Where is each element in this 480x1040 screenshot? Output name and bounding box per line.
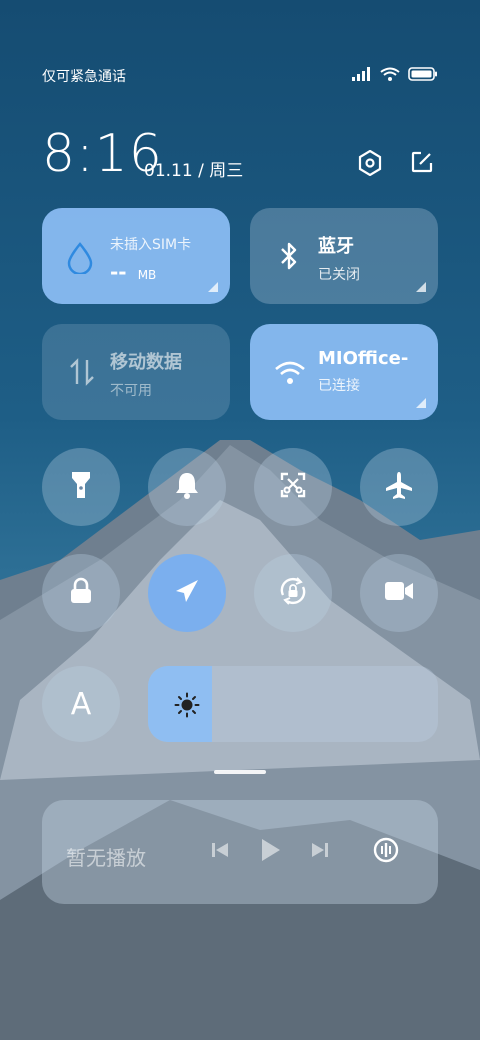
status-bar: 仅可紧急通话 <box>42 66 438 86</box>
sun-icon <box>174 692 200 722</box>
rotation-lock-icon <box>277 575 309 611</box>
airplane-toggle[interactable] <box>360 448 438 526</box>
bell-icon <box>174 471 200 503</box>
screenshot-toggle[interactable] <box>254 448 332 526</box>
sim-status: 未插入SIM卡 <box>110 237 192 253</box>
bluetooth-title: 蓝牙 <box>318 236 354 257</box>
video-camera-icon <box>384 580 414 606</box>
rotation-lock-toggle[interactable] <box>254 554 332 632</box>
media-card[interactable]: 暂无播放 <box>42 800 438 904</box>
data-unit: MB <box>137 268 157 282</box>
bluetooth-tile[interactable]: 蓝牙 已关闭 <box>250 208 438 304</box>
location-icon <box>173 577 201 609</box>
bluetooth-icon <box>278 240 300 276</box>
data-usage-tile[interactable]: 未插入SIM卡 -- MB <box>42 208 230 304</box>
mobile-data-status: 不可用 <box>110 383 152 399</box>
airplane-icon <box>384 470 414 504</box>
previous-icon[interactable] <box>210 840 230 864</box>
signal-icon <box>352 67 372 85</box>
battery-icon <box>408 67 438 85</box>
wifi-title: MIOffice- <box>318 348 409 369</box>
audio-output-icon[interactable] <box>372 836 400 868</box>
mobile-data-title: 移动数据 <box>110 352 182 373</box>
lock-icon <box>69 577 93 609</box>
screenshot-icon <box>279 471 307 503</box>
mobile-data-tile[interactable]: 移动数据 不可用 <box>42 324 230 420</box>
flashlight-toggle[interactable] <box>42 448 120 526</box>
water-drop-icon <box>66 242 94 278</box>
date: 01.11 / 周三 <box>144 161 244 181</box>
wifi-icon <box>274 360 306 390</box>
settings-icon[interactable] <box>358 149 382 180</box>
edit-icon[interactable] <box>410 150 434 180</box>
auto-brightness-label: A <box>70 686 92 722</box>
next-icon[interactable] <box>310 840 330 864</box>
tile-expand-corner <box>416 398 426 408</box>
flashlight-icon <box>70 470 92 504</box>
wifi-status-icon <box>380 67 400 85</box>
wifi-tile[interactable]: MIOffice- 已连接 <box>250 324 438 420</box>
location-toggle[interactable] <box>148 554 226 632</box>
drag-handle[interactable] <box>214 770 266 774</box>
lock-toggle[interactable] <box>42 554 120 632</box>
media-status: 暂无播放 <box>66 846 146 870</box>
data-value: -- <box>110 260 127 284</box>
tile-expand-corner <box>416 282 426 292</box>
brightness-slider[interactable] <box>148 666 438 742</box>
wifi-status: 已连接 <box>318 378 360 394</box>
bell-toggle[interactable] <box>148 448 226 526</box>
play-icon[interactable] <box>258 837 282 867</box>
tile-expand-corner <box>208 282 218 292</box>
video-toggle[interactable] <box>360 554 438 632</box>
auto-brightness-toggle[interactable]: A <box>42 666 120 742</box>
bluetooth-status: 已关闭 <box>318 267 360 283</box>
carrier-text: 仅可紧急通话 <box>42 69 126 85</box>
data-arrows-icon <box>68 358 96 390</box>
